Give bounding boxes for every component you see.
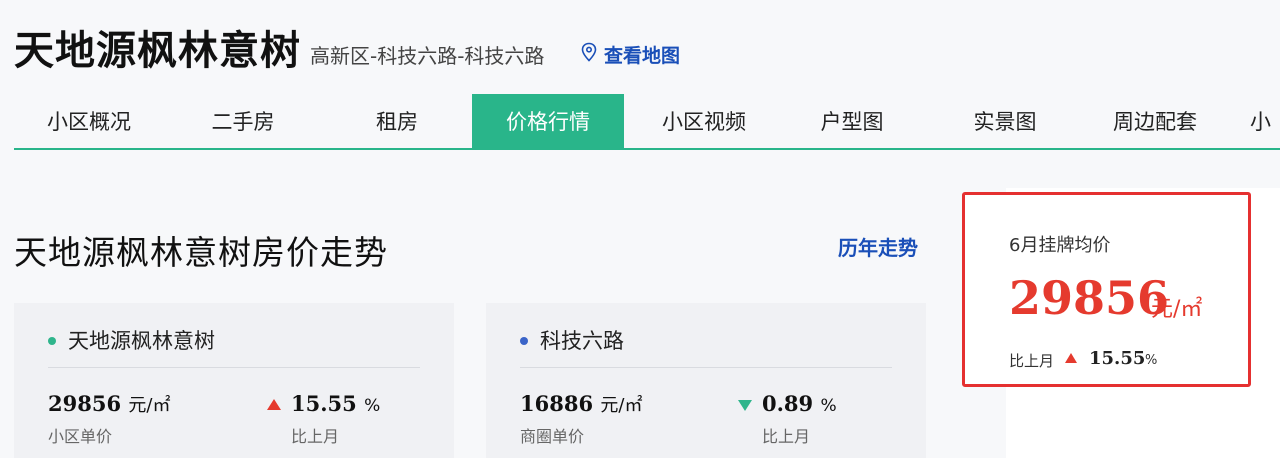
tab-price-trend[interactable]: 价格行情 (472, 94, 624, 148)
listing-price-unit: 元/㎡ (1151, 297, 1203, 322)
area-unit-price: 16886 元/㎡ (520, 391, 642, 417)
change-value: 0.89 (762, 391, 814, 416)
price-unit: 元/㎡ (128, 395, 171, 416)
tab-bar: 小区概况 二手房 租房 价格行情 小区视频 户型图 实景图 周边配套 小 (14, 94, 1280, 150)
up-arrow-icon (267, 399, 281, 410)
location-pin-icon (581, 42, 597, 62)
price-value: 16886 (520, 391, 594, 416)
change-label: 比上月 (762, 427, 811, 446)
tab-overview[interactable]: 小区概况 (14, 94, 164, 148)
price-value: 29856 (48, 391, 122, 416)
mom-change: 0.89 % (762, 391, 837, 416)
tab-second-hand[interactable]: 二手房 (164, 94, 322, 148)
card-name: 科技六路 (540, 329, 624, 353)
card-name: 天地源枫林意树 (68, 329, 215, 353)
green-dot-icon (48, 337, 56, 345)
tab-nearby[interactable]: 周边配套 (1090, 94, 1220, 148)
community-title: 天地源枫林意树 (14, 28, 301, 74)
tab-video[interactable]: 小区视频 (624, 94, 784, 148)
change-value: 15.55 (291, 391, 357, 416)
price-unit: 元/㎡ (600, 395, 643, 416)
tab-photos[interactable]: 实景图 (920, 94, 1090, 148)
blue-dot-icon (520, 337, 528, 345)
community-address: 高新区-科技六路-科技六路 (310, 44, 545, 68)
listing-average-price-box: 6月挂牌均价 29856 元/㎡ 比上月 15.55 % (962, 192, 1251, 387)
tab-rent[interactable]: 租房 (322, 94, 472, 148)
listing-average-price: 29856 (1009, 271, 1170, 325)
history-trend-link[interactable]: 历年走势 (838, 232, 918, 261)
price-label: 商圈单价 (520, 427, 585, 446)
mom-change: 15.55 % (291, 391, 380, 416)
listing-average-label: 6月挂牌均价 (1009, 235, 1111, 256)
mom-label: 比上月 (1009, 352, 1055, 370)
tab-floor-plan[interactable]: 户型图 (784, 94, 920, 148)
down-arrow-icon (738, 400, 752, 411)
tab-more[interactable]: 小 (1250, 94, 1280, 148)
price-label: 小区单价 (48, 427, 113, 446)
percent-sign: % (1145, 353, 1158, 368)
community-unit-price: 29856 元/㎡ (48, 391, 170, 417)
percent-sign: % (364, 396, 381, 416)
percent-sign: % (820, 396, 837, 416)
view-map-link[interactable]: 查看地图 (604, 41, 680, 68)
card-divider (520, 367, 892, 368)
up-arrow-icon (1065, 353, 1077, 363)
card-divider (48, 367, 420, 368)
price-trend-title: 天地源枫林意树房价走势 (14, 233, 388, 272)
change-label: 比上月 (291, 427, 340, 446)
mom-change-value: 15.55 (1089, 348, 1146, 369)
area-price-card: 科技六路 16886 元/㎡ 商圈单价 0.89 % 比上月 (486, 303, 926, 458)
community-price-card: 天地源枫林意树 29856 元/㎡ 小区单价 15.55 % 比上月 (14, 303, 454, 458)
